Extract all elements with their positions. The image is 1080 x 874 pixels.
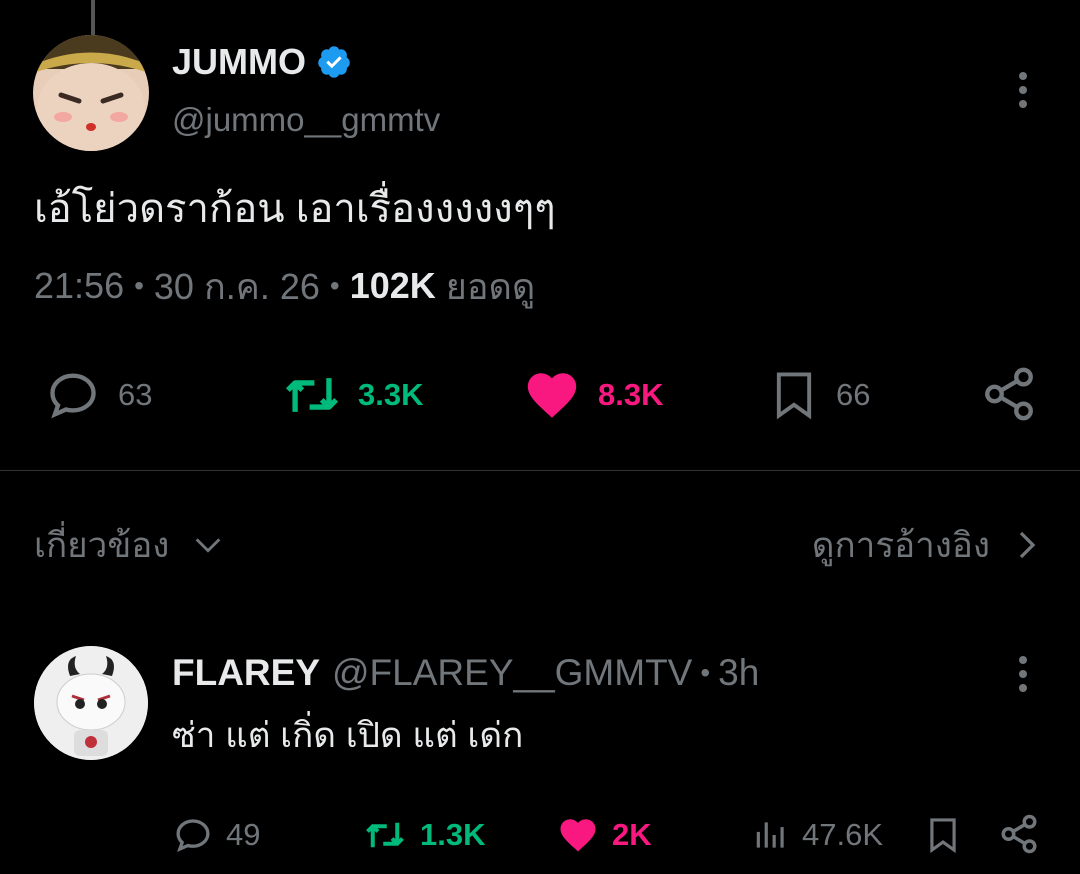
- bookmark-icon[interactable]: [924, 814, 962, 856]
- divider: [0, 470, 1080, 471]
- like-icon: [556, 814, 600, 856]
- reply-icon: [172, 814, 214, 856]
- tweet-date[interactable]: 30 ก.ค. 26: [154, 258, 320, 315]
- retweet-icon: [362, 814, 408, 856]
- meta-separator: •: [134, 270, 144, 301]
- reply-reply-count: 49: [226, 817, 261, 852]
- view-quotes-link[interactable]: ดูการอ้างอิง: [812, 520, 1040, 570]
- reply-action[interactable]: 63: [44, 366, 152, 424]
- reply-time[interactable]: 3h: [718, 652, 759, 694]
- views-icon: [752, 814, 790, 856]
- like-action[interactable]: 8.3K: [522, 366, 663, 424]
- author-handle[interactable]: @jummo__gmmtv: [172, 101, 440, 139]
- reply-retweet-count: 1.3K: [420, 817, 486, 852]
- author-header: JUMMO: [172, 40, 352, 84]
- reply-count: 63: [118, 377, 153, 412]
- reply-icon: [44, 366, 102, 424]
- reply-reply-action[interactable]: 49: [172, 812, 260, 858]
- views-label: ยอดดู: [445, 265, 536, 307]
- reply-author-handle[interactable]: @FLAREY__GMMTV: [332, 652, 692, 694]
- bookmark-count: 66: [836, 377, 871, 412]
- verified-badge-icon: [316, 44, 352, 80]
- reply-views-action[interactable]: 47.6K: [752, 812, 883, 858]
- like-icon: [522, 366, 582, 424]
- reply-views-count: 47.6K: [802, 817, 884, 852]
- reply-avatar[interactable]: [34, 646, 148, 760]
- share-icon[interactable]: [998, 812, 1040, 856]
- views-count[interactable]: 102K: [350, 265, 436, 307]
- tweet-time[interactable]: 21:56: [34, 265, 124, 307]
- like-count: 8.3K: [598, 377, 664, 412]
- reply-like-action[interactable]: 2K: [556, 812, 652, 858]
- share-icon[interactable]: [980, 364, 1038, 424]
- reply-separator: •: [700, 657, 711, 688]
- more-icon[interactable]: [1010, 70, 1036, 110]
- quotes-label: ดูการอ้างอิง: [811, 525, 990, 565]
- reply-more-icon[interactable]: [1010, 654, 1036, 694]
- reply-like-count: 2K: [612, 817, 652, 852]
- tweet-meta: 21:56 • 30 ก.ค. 26 • 102K ยอดดู: [34, 262, 535, 310]
- chevron-down-icon: [191, 528, 225, 562]
- author-name[interactable]: JUMMO: [172, 41, 306, 83]
- retweet-action[interactable]: 3.3K: [280, 366, 423, 424]
- meta-separator: •: [329, 270, 340, 301]
- bookmark-icon: [768, 366, 820, 424]
- reply-author-name[interactable]: FLAREY: [172, 652, 320, 694]
- retweet-count: 3.3K: [358, 377, 424, 412]
- reply-retweet-action[interactable]: 1.3K: [362, 812, 485, 858]
- avatar-string: [91, 0, 95, 36]
- retweet-icon: [280, 366, 344, 424]
- author-avatar[interactable]: [33, 35, 149, 151]
- tweet-text: เอ้โย่วดราก้อน เอาเรื่องงงงงๆๆ: [34, 187, 556, 231]
- related-label: เกี่ยวข้อง: [34, 525, 170, 565]
- chevron-right-icon: [1014, 527, 1040, 563]
- bookmark-action[interactable]: 66: [768, 366, 870, 424]
- reply-header: FLAREY @FLAREY__GMMTV • 3h: [172, 650, 759, 696]
- related-toggle[interactable]: เกี่ยวข้อง: [34, 520, 225, 570]
- reply-text: ซ่า แต่ เกิ่ด เปิด แต่ เด่ก: [172, 716, 524, 755]
